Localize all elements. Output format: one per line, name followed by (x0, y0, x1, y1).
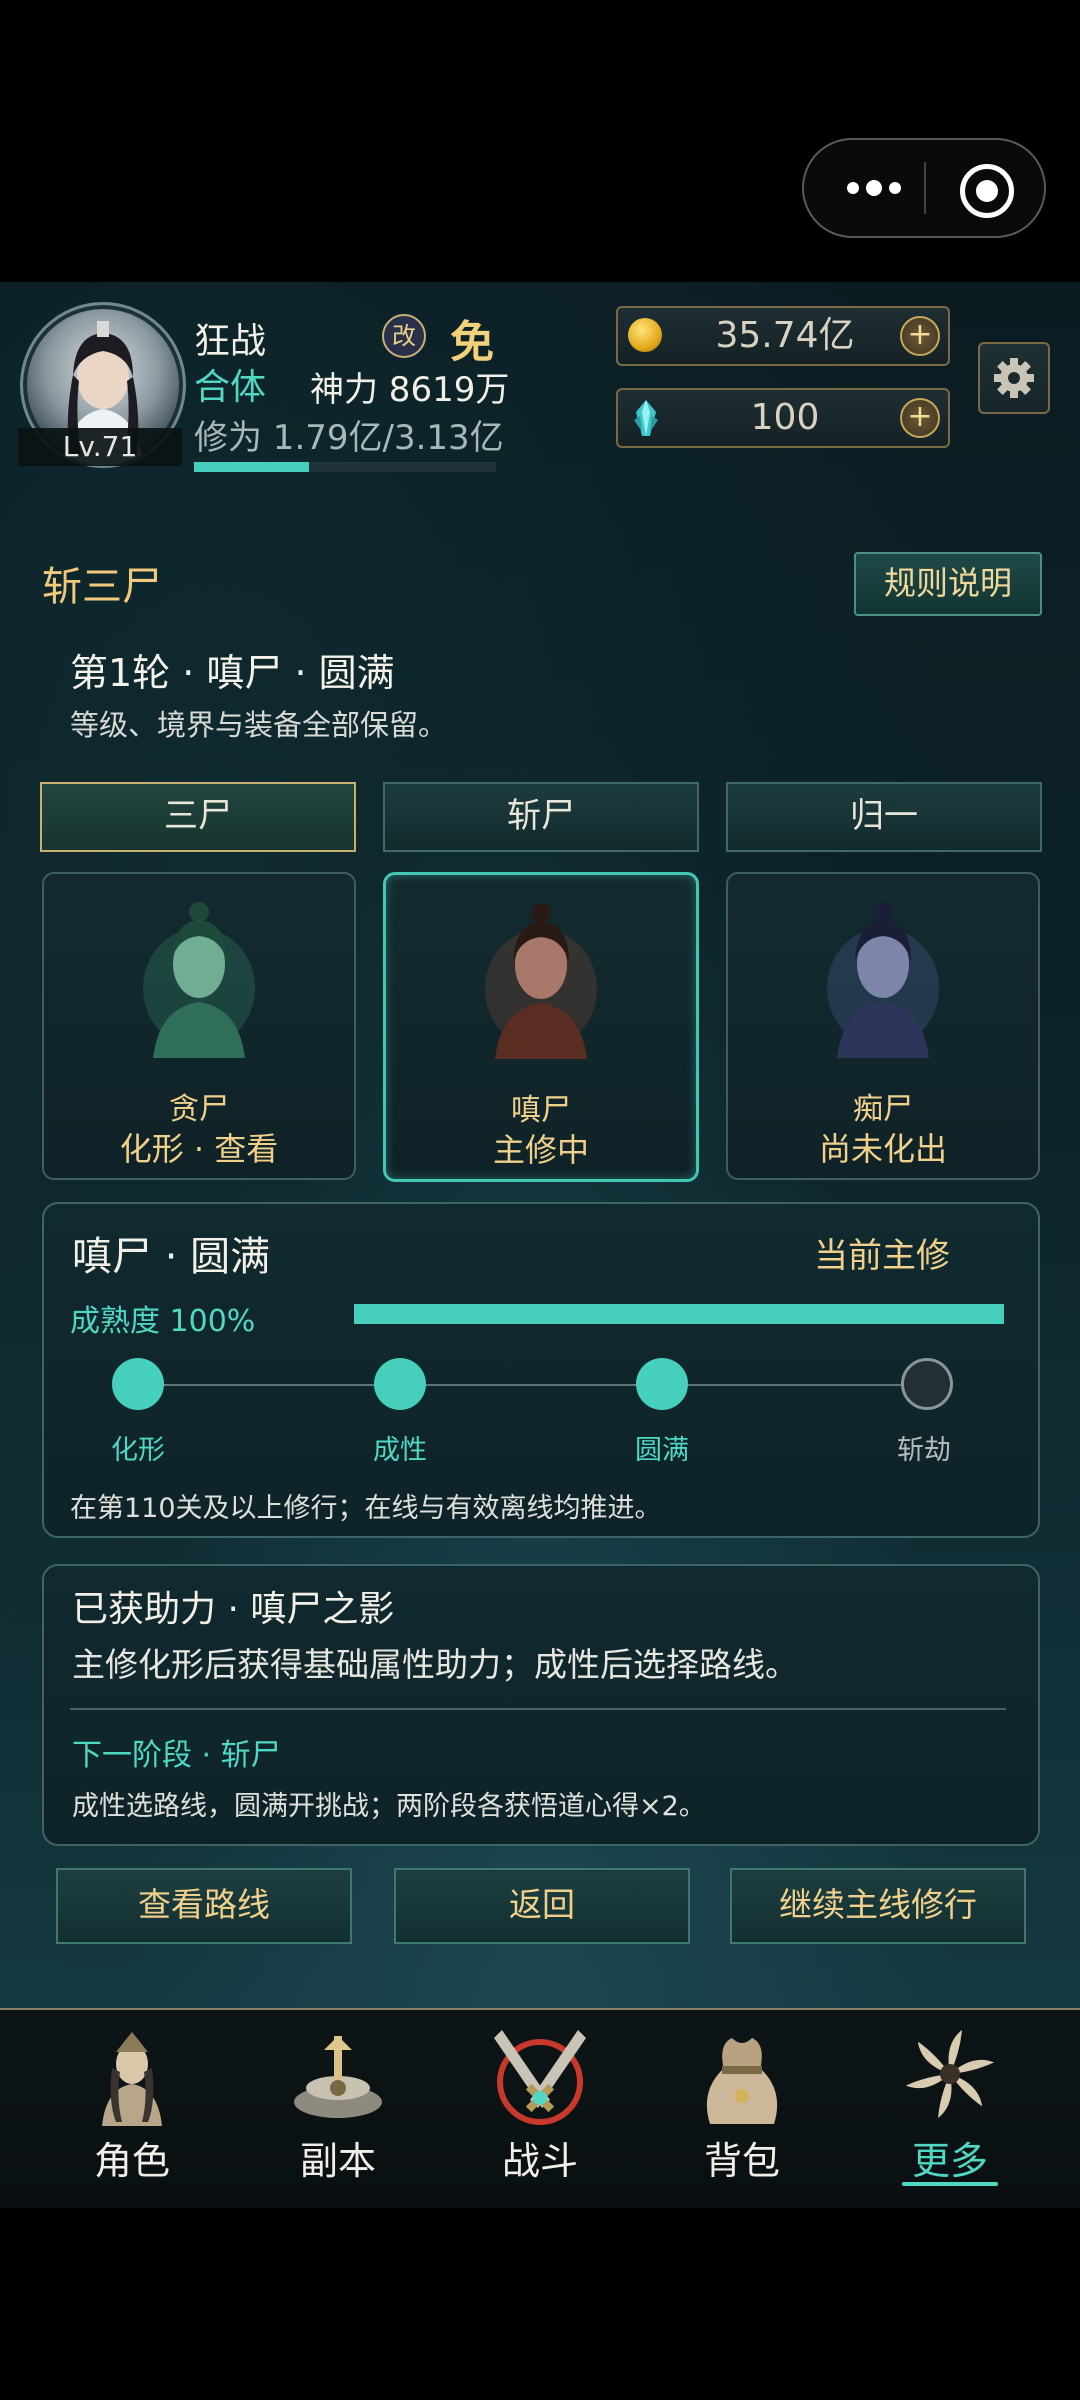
greed-corpse-portrait-icon (143, 902, 255, 1058)
nav-item-more[interactable]: 更多 (860, 2010, 1040, 2208)
gem-resource: 100 + (616, 388, 950, 448)
gear-icon (994, 358, 1034, 398)
stage-label: 化形 (111, 1435, 165, 1466)
realm-label: 合体 (194, 367, 267, 408)
aid-title: 已获助力 · 嗔尸之影 (72, 1589, 395, 1630)
aid-panel: 已获助力 · 嗔尸之影 主修化形后获得基础属性助力；成性后选择路线。 下一阶段 … (42, 1564, 1040, 1846)
gold-resource: 35.74亿 + (616, 306, 950, 366)
next-stage-description: 成性选路线，圆满开挑战；两阶段各获悟道心得×2。 (72, 1791, 706, 1822)
nav-item-bag[interactable]: 背包 (652, 2010, 832, 2208)
dungeon-icon (294, 2036, 382, 2118)
capsule-divider (924, 162, 926, 214)
folly-corpse-portrait-icon (827, 902, 939, 1058)
divider (70, 1708, 1006, 1710)
back-button[interactable]: 返回 (394, 1868, 690, 1944)
mini-program-capsule (802, 138, 1046, 238)
corpse-name: 贪尸 (169, 1092, 229, 1127)
stage-label: 成性 (373, 1435, 427, 1466)
more-options-icon[interactable] (834, 140, 914, 236)
add-gold-button[interactable]: + (900, 316, 940, 356)
player-name: 狂战 (194, 321, 267, 362)
anger-corpse-portrait-icon (485, 903, 597, 1059)
stage-label: 斩劫 (897, 1435, 951, 1466)
nav-item-dungeon[interactable]: 副本 (248, 2010, 428, 2208)
bottom-nav: 角色 副本 战斗 背包 更多 (0, 2008, 1080, 2208)
aid-description: 主修化形后获得基础属性助力；成性后选择路线。 (72, 1645, 798, 1684)
tab-zhan-shi[interactable]: 斩尸 (383, 782, 699, 852)
gold-value: 35.74亿 (715, 315, 855, 356)
cultivation-label: 修为 1.79亿/3.13亿 (194, 418, 504, 458)
current-cultivation-panel: 嗔尸 · 圆满 当前主修 成熟度 100% 化形 成性 圆满 斩劫 在第110关… (42, 1202, 1040, 1538)
corpse-card-chi[interactable]: 痴尸 尚未化出 (726, 872, 1040, 1180)
maturity-bar (354, 1304, 1004, 1324)
panel-description: 在第110关及以上修行；在线与有效离线均推进。 (70, 1493, 662, 1524)
stage-node-cheng-xing (374, 1358, 426, 1410)
stage-node-hua-xing (112, 1358, 164, 1410)
tab-san-shi[interactable]: 三尸 (40, 782, 356, 852)
nav-label: 更多 (911, 2139, 988, 2183)
rename-icon[interactable]: 改 (382, 314, 426, 358)
current-label: 当前主修 (814, 1236, 950, 1276)
maturity-label: 成熟度 100% (70, 1304, 256, 1339)
round-title: 第1轮 · 嗔尸 · 圆满 (70, 651, 395, 695)
free-label[interactable]: 免 (450, 306, 494, 370)
cultivation-progress-bar (194, 462, 496, 472)
nav-item-character[interactable]: 角色 (42, 2010, 222, 2208)
round-description: 等级、境界与装备全部保留。 (70, 708, 448, 742)
cultivation-progress-fill (194, 462, 309, 472)
corpse-card-tan[interactable]: 贪尸 化形 · 查看 (42, 872, 356, 1180)
next-stage-title: 下一阶段 · 斩尸 (72, 1738, 281, 1773)
maturity-fill (354, 1304, 1004, 1324)
crystal-icon (634, 400, 658, 436)
gold-coin-icon (628, 318, 662, 352)
more-icon (905, 2030, 995, 2118)
bag-icon (706, 2038, 778, 2124)
close-target-icon[interactable] (960, 164, 1014, 218)
corpse-name: 痴尸 (853, 1092, 913, 1127)
level-badge: Lv.71 (18, 428, 182, 466)
settings-button[interactable] (978, 342, 1050, 414)
corpse-card-chen[interactable]: 嗔尸 主修中 (383, 872, 699, 1182)
page-title: 斩三尸 (42, 564, 162, 610)
stage-track (138, 1384, 928, 1386)
rules-button[interactable]: 规则说明 (854, 552, 1042, 616)
nav-label: 战斗 (501, 2139, 578, 2183)
continue-main-button[interactable]: 继续主线修行 (730, 1868, 1026, 1944)
nav-item-battle[interactable]: 战斗 (450, 2010, 630, 2208)
corpse-status: 主修中 (492, 1131, 589, 1169)
corpse-status: 化形 · 查看 (119, 1130, 279, 1168)
character-icon (102, 2032, 162, 2126)
add-gem-button[interactable]: + (900, 398, 940, 438)
stage-label: 圆满 (635, 1435, 689, 1466)
active-underline (902, 2182, 998, 2186)
panel-title: 嗔尸 · 圆满 (72, 1234, 271, 1280)
tab-gui-yi[interactable]: 归一 (726, 782, 1042, 852)
gem-value: 100 (750, 397, 820, 438)
nav-label: 背包 (703, 2139, 780, 2183)
stage-node-zhan-jie (901, 1358, 953, 1410)
corpse-name: 嗔尸 (511, 1093, 571, 1128)
view-route-button[interactable]: 查看路线 (56, 1868, 352, 1944)
battle-icon (494, 2030, 586, 2125)
nav-label: 副本 (299, 2139, 376, 2183)
stage-node-yuan-man (636, 1358, 688, 1410)
power-label: 神力 8619万 (310, 370, 510, 410)
nav-label: 角色 (93, 2139, 170, 2183)
corpse-status: 尚未化出 (818, 1130, 947, 1168)
